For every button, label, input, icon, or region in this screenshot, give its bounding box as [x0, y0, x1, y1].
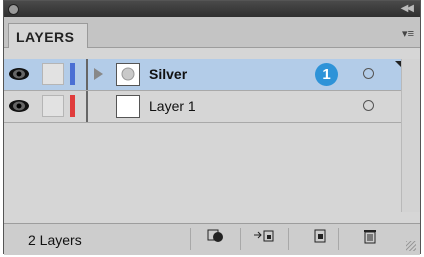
silver-thumbnail-icon — [121, 67, 135, 81]
toolbar-divider — [288, 228, 289, 250]
layer-row-layer-1[interactable]: Layer 1 — [4, 91, 403, 123]
delete-trash-icon[interactable] — [356, 227, 384, 251]
column-divider — [86, 59, 88, 90]
scrollbar[interactable] — [401, 59, 420, 212]
target-circle-icon[interactable] — [363, 100, 374, 111]
close-icon[interactable] — [8, 4, 19, 15]
collapse-icon[interactable]: ◀◀ — [401, 3, 414, 14]
layer-list: Silver 1 Layer 1 — [4, 59, 403, 212]
layer-color-swatch — [70, 95, 75, 117]
callout-badge: 1 — [315, 63, 338, 86]
layers-panel: ◀◀ LAYERS ▾≡ Silver 1 Layer 1 2 Layers — [3, 0, 421, 255]
create-new-layer-icon[interactable] — [306, 227, 334, 251]
tab-row: LAYERS ▾≡ — [4, 17, 420, 48]
layer-color-swatch — [70, 63, 75, 85]
target-circle-icon[interactable] — [363, 68, 374, 79]
make-clipping-mask-icon[interactable] — [202, 227, 230, 251]
resize-grip-icon[interactable] — [406, 241, 416, 251]
toolbar-divider — [338, 228, 339, 250]
create-sublayer-icon[interactable] — [250, 227, 278, 251]
layer-thumbnail — [116, 63, 140, 86]
eye-icon[interactable] — [8, 65, 30, 83]
lock-toggle[interactable] — [42, 63, 64, 85]
lock-toggle[interactable] — [42, 95, 64, 117]
layer-name: Layer 1 — [149, 98, 196, 114]
panel-titlebar[interactable]: ◀◀ — [4, 1, 420, 17]
layer-count: 2 Layers — [28, 232, 82, 248]
toolbar-divider — [240, 228, 241, 250]
tab-layers[interactable]: LAYERS — [8, 23, 88, 48]
column-divider — [86, 91, 88, 122]
panel-menu-icon[interactable]: ▾≡ — [402, 27, 414, 40]
toolbar-divider — [190, 228, 191, 250]
bottom-toolbar: 2 Layers — [4, 223, 420, 255]
layer-thumbnail — [116, 95, 140, 118]
layer-name: Silver — [149, 66, 188, 82]
eye-icon[interactable] — [8, 97, 30, 115]
expand-arrow-icon[interactable] — [94, 68, 103, 80]
layer-row-silver[interactable]: Silver 1 — [4, 59, 403, 91]
